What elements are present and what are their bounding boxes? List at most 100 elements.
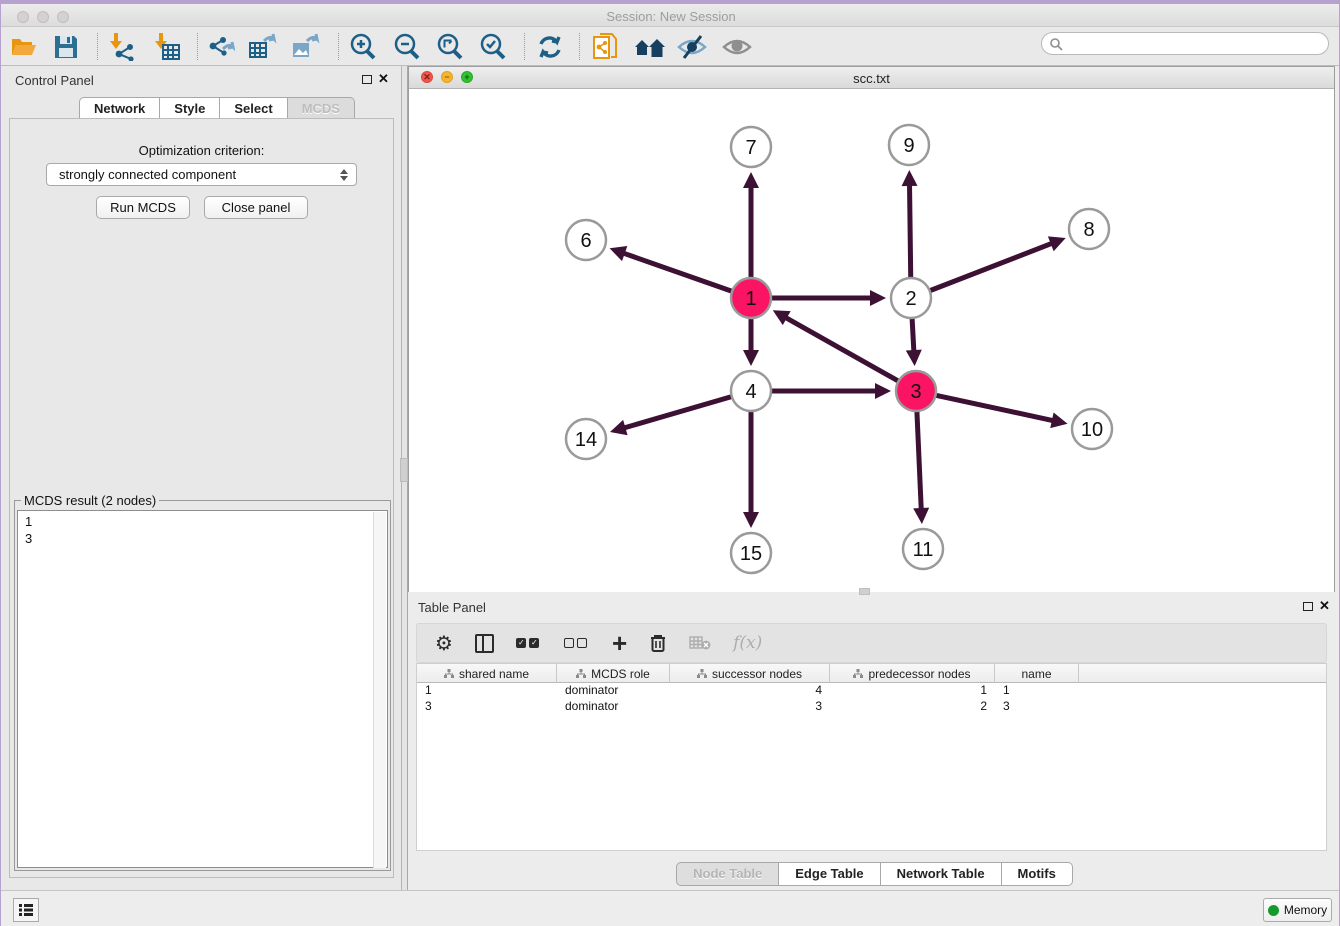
tab-edge-table[interactable]: Edge Table — [779, 862, 880, 886]
close-panel-icon[interactable]: ✕ — [378, 74, 389, 84]
tab-style[interactable]: Style — [160, 97, 220, 119]
column-header-label: name — [1021, 667, 1051, 681]
toolbar-separator — [579, 33, 580, 60]
table-row[interactable]: 1dominator411 — [417, 683, 1326, 699]
search-input[interactable] — [1063, 35, 1328, 53]
graph-edge-3-10[interactable] — [934, 395, 1054, 421]
tab-network[interactable]: Network — [79, 97, 160, 119]
graph-node-label: 7 — [745, 137, 756, 159]
edge-arrowhead — [743, 512, 759, 528]
toolbar-separator — [197, 33, 198, 60]
optimization-criterion-label: Optimization criterion: — [10, 143, 393, 158]
column-header-name[interactable]: name — [995, 664, 1079, 683]
memory-button[interactable]: Memory — [1263, 898, 1332, 922]
first-neighbors-icon[interactable] — [633, 31, 667, 62]
sort-hierarchy-icon — [697, 669, 707, 679]
import-table-icon[interactable] — [149, 31, 183, 62]
graph-edge-2-9[interactable] — [910, 184, 911, 280]
window-title: Session: New Session — [1, 9, 1340, 24]
edge-arrowhead — [1050, 413, 1067, 429]
table-row[interactable]: 3dominator323 — [417, 699, 1326, 715]
open-session-icon[interactable] — [7, 31, 41, 62]
deselect-all-icon[interactable] — [564, 638, 590, 648]
delete-column-icon[interactable] — [649, 633, 667, 653]
float-table-panel-icon[interactable] — [1303, 602, 1313, 611]
select-all-icon[interactable] — [516, 638, 542, 648]
graph-node-label: 1 — [745, 288, 756, 310]
tab-node-table[interactable]: Node Table — [676, 862, 779, 886]
add-column-icon[interactable]: + — [612, 633, 627, 653]
table-cell[interactable]: 1 — [417, 683, 557, 699]
function-builder-icon[interactable]: f(x) — [733, 633, 762, 653]
table-header-row: shared name MCDS rolesuccessor nodes prede… — [417, 664, 1326, 683]
mcds-result-title: MCDS result (2 nodes) — [21, 493, 159, 508]
export-table-icon[interactable] — [246, 31, 280, 62]
result-line: 1 — [25, 513, 387, 530]
vertical-splitter-handle[interactable] — [400, 458, 408, 482]
graph-edge-3-1[interactable] — [785, 317, 900, 382]
table-cell[interactable]: 3 — [670, 699, 830, 715]
tab-motifs[interactable]: Motifs — [1002, 862, 1073, 886]
graph-node-label: 6 — [580, 230, 591, 252]
zoom-out-icon[interactable] — [390, 31, 424, 62]
gear-icon[interactable]: ⚙ — [435, 631, 453, 655]
float-panel-icon[interactable] — [362, 75, 372, 84]
optimization-criterion-select[interactable]: strongly connected component — [46, 163, 357, 186]
network-window-titlebar[interactable]: ✕ − + scc.txt — [409, 67, 1334, 89]
table-cell[interactable]: 1 — [995, 683, 1079, 699]
graph-edge-1-6[interactable] — [623, 253, 734, 292]
tab-select[interactable]: Select — [220, 97, 287, 119]
zoom-fit-icon[interactable] — [433, 31, 467, 62]
graph-edge-3-11[interactable] — [917, 409, 921, 510]
horizontal-splitter-handle[interactable] — [859, 588, 870, 595]
zoom-selected-icon[interactable] — [476, 31, 510, 62]
graph-edge-2-3[interactable] — [912, 316, 914, 352]
memory-label: Memory — [1284, 903, 1327, 917]
toolbar-separator — [524, 33, 525, 60]
column-header-MCDS-role[interactable]: MCDS role — [557, 664, 670, 683]
hide-selected-icon[interactable] — [675, 31, 709, 62]
task-history-button[interactable] — [13, 898, 39, 922]
clone-network-icon[interactable] — [589, 31, 623, 62]
graph-node-label: 14 — [575, 429, 597, 451]
title-bar[interactable]: Session: New Session — [1, 4, 1340, 27]
show-all-icon[interactable] — [720, 31, 754, 62]
apply-layout-icon[interactable] — [533, 31, 567, 62]
tab-network-table[interactable]: Network Table — [881, 862, 1002, 886]
control-panel-title: Control Panel — [15, 73, 94, 88]
column-header-label: predecessor nodes — [868, 667, 970, 681]
result-scrollbar[interactable] — [373, 512, 386, 868]
table-cell[interactable]: 3 — [995, 699, 1079, 715]
table-cell[interactable]: 2 — [830, 699, 995, 715]
graph-edge-2-8[interactable] — [928, 243, 1053, 291]
delete-table-icon[interactable] — [689, 636, 711, 650]
column-header-shared-name[interactable]: shared name — [417, 664, 557, 683]
save-session-icon[interactable] — [49, 31, 83, 62]
import-network-icon[interactable] — [104, 31, 138, 62]
graph-edge-4-14[interactable] — [623, 396, 733, 428]
search-icon — [1049, 37, 1063, 51]
column-header-predecessor-nodes[interactable]: predecessor nodes — [830, 664, 995, 683]
mcds-result-text[interactable]: 1 3 — [17, 510, 388, 868]
table-cell[interactable]: 4 — [670, 683, 830, 699]
column-header-successor-nodes[interactable]: successor nodes — [670, 664, 830, 683]
network-canvas-svg[interactable]: 7968124314101511 — [409, 89, 1334, 592]
table-cell[interactable]: dominator — [557, 699, 670, 715]
export-image-icon[interactable] — [289, 31, 323, 62]
table-cell[interactable]: 1 — [830, 683, 995, 699]
split-columns-icon[interactable] — [475, 634, 494, 653]
export-network-icon[interactable] — [203, 31, 237, 62]
application-window: Session: New Session — [0, 0, 1340, 926]
table-cell[interactable]: dominator — [557, 683, 670, 699]
table-panel-title: Table Panel — [418, 600, 486, 615]
table-cell[interactable]: 3 — [417, 699, 557, 715]
close-table-panel-icon[interactable]: ✕ — [1319, 601, 1330, 611]
column-header-label: shared name — [459, 667, 529, 681]
tab-mcds[interactable]: MCDS — [288, 97, 355, 119]
zoom-in-icon[interactable] — [346, 31, 380, 62]
close-panel-button[interactable]: Close panel — [204, 196, 308, 219]
status-bar: Memory — [1, 890, 1340, 926]
run-mcds-button[interactable]: Run MCDS — [96, 196, 190, 219]
search-box[interactable] — [1041, 32, 1329, 55]
selected-option: strongly connected component — [59, 167, 236, 182]
